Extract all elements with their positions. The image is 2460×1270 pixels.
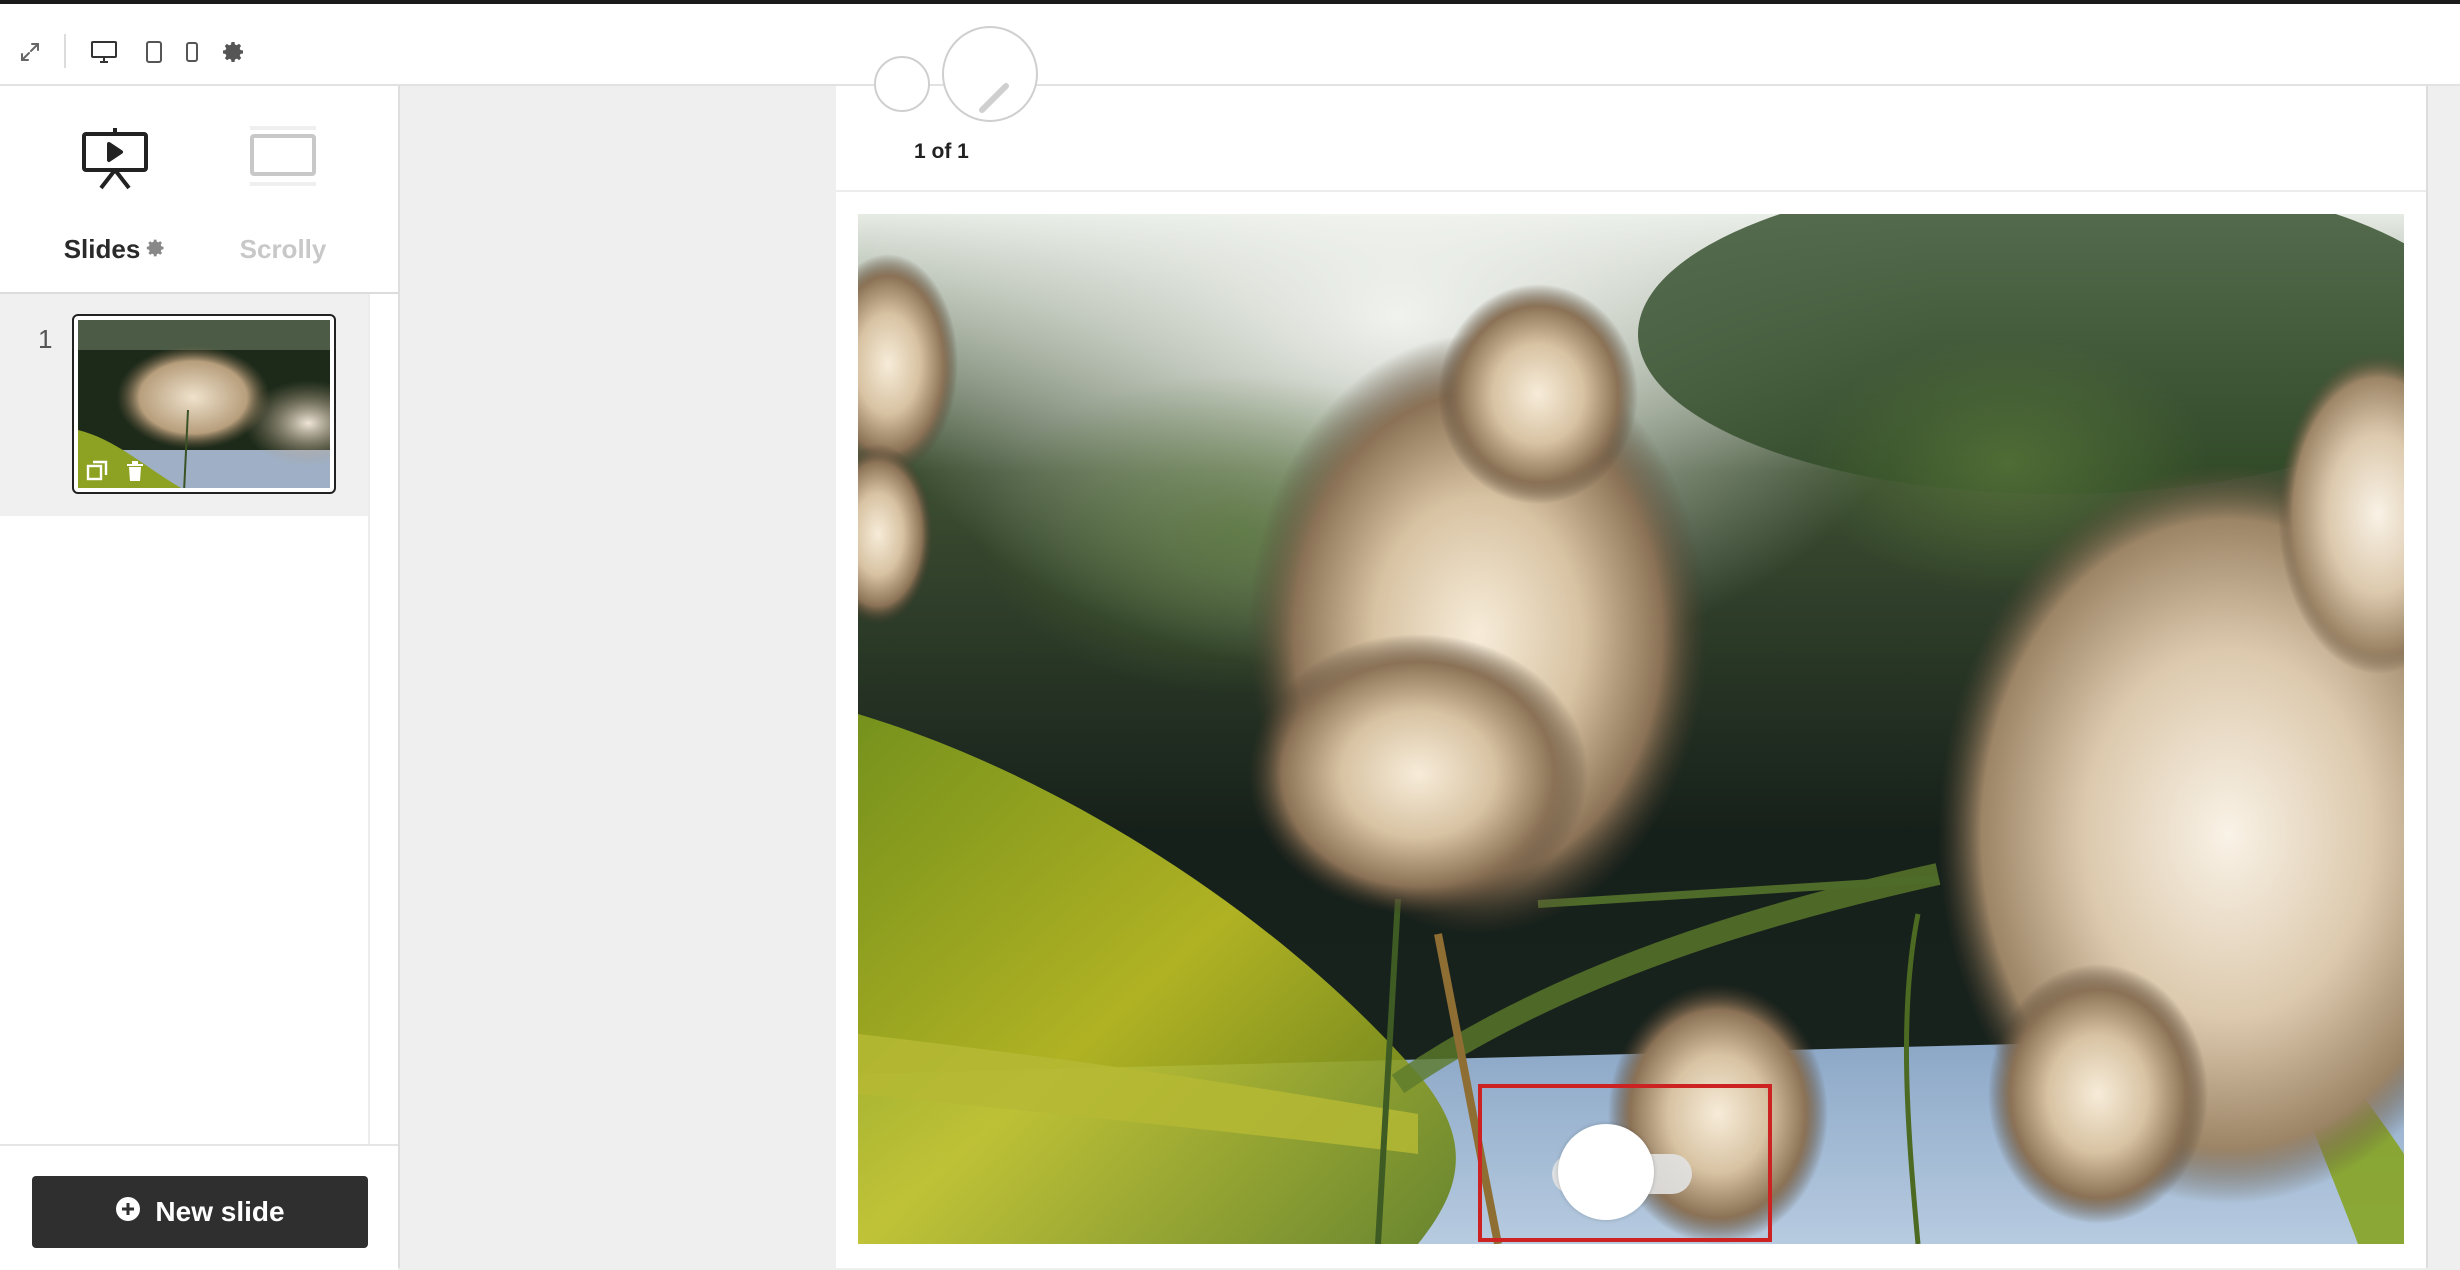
slide-canvas[interactable] bbox=[858, 214, 2404, 1244]
slide-preview: 1 of 1 bbox=[836, 26, 2426, 1268]
plus-circle-icon bbox=[115, 1196, 141, 1229]
highlighted-toggle-region bbox=[1478, 1084, 1772, 1242]
slide-number: 1 bbox=[38, 324, 53, 354]
trash-icon[interactable] bbox=[122, 458, 148, 484]
right-gutter bbox=[2426, 86, 2460, 1268]
tablet-icon[interactable] bbox=[134, 32, 174, 72]
top-toolbar bbox=[0, 4, 2460, 86]
desktop-icon[interactable] bbox=[84, 32, 124, 72]
tab-scrolly-label: Scrolly bbox=[239, 234, 327, 264]
page-counter: 1 of 1 bbox=[914, 140, 969, 163]
gear-icon[interactable] bbox=[214, 32, 254, 72]
toolbar-divider bbox=[64, 34, 66, 68]
duplicate-icon[interactable] bbox=[84, 458, 110, 484]
edit-slide-button[interactable] bbox=[942, 26, 1038, 122]
scrolly-icon bbox=[198, 126, 368, 214]
tab-scrolly[interactable]: Scrolly bbox=[198, 126, 368, 276]
slide-list: 1 bbox=[0, 294, 370, 1144]
slides-settings-gear-icon[interactable] bbox=[146, 234, 166, 265]
new-slide-label: New slide bbox=[155, 1196, 285, 1227]
new-slide-area: New slide bbox=[0, 1144, 398, 1270]
mode-tabs: Slides Scrolly bbox=[0, 86, 398, 294]
mobile-icon[interactable] bbox=[172, 32, 212, 72]
expand-icon[interactable] bbox=[10, 32, 50, 72]
left-sidebar: Slides Scrolly 1 New slide bbox=[0, 86, 400, 1270]
new-slide-button[interactable]: New slide bbox=[32, 1176, 368, 1248]
pencil-icon bbox=[979, 83, 1009, 113]
list-item[interactable]: 1 bbox=[0, 294, 368, 516]
toggle-knob[interactable] bbox=[1558, 1124, 1654, 1220]
tab-slides[interactable]: Slides bbox=[30, 126, 200, 276]
presentation-icon bbox=[30, 126, 200, 214]
slide-nav-header: 1 of 1 bbox=[836, 26, 2426, 192]
previous-slide-button[interactable] bbox=[874, 56, 930, 112]
slide-thumbnail[interactable] bbox=[72, 314, 336, 494]
tab-slides-label: Slides bbox=[63, 234, 141, 264]
